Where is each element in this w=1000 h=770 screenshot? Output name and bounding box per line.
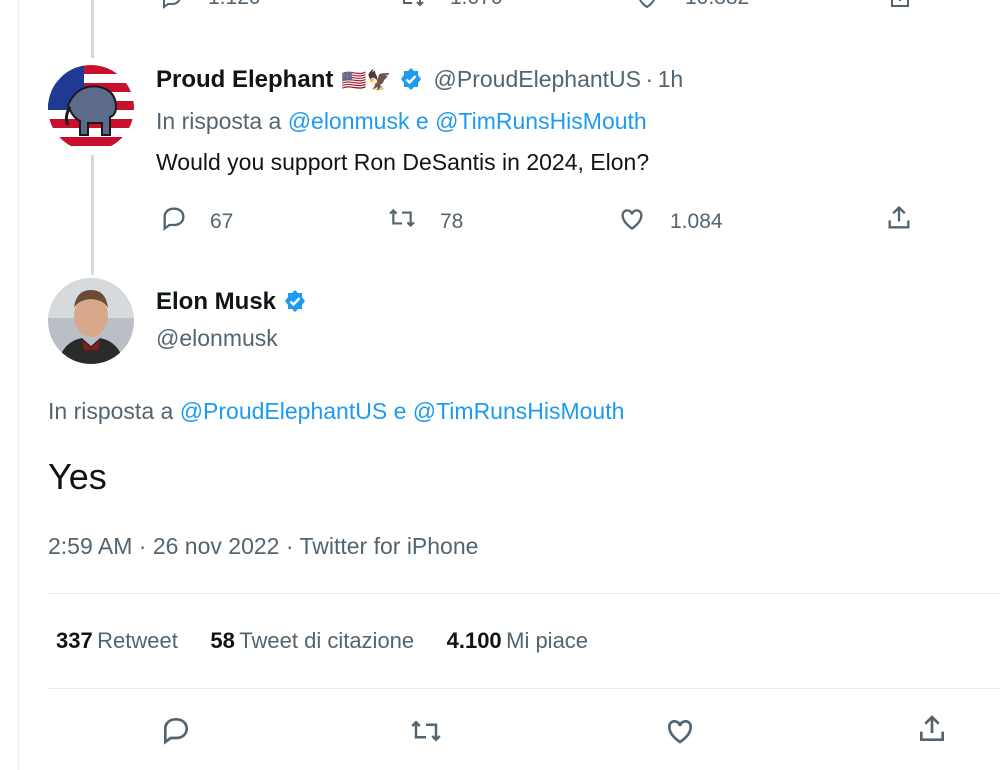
reply-in-reply-line: In risposta a @elonmusk e @TimRunsHisMou… (156, 108, 647, 135)
like-button-icon[interactable] (663, 714, 697, 751)
main-display-name[interactable]: Elon Musk (156, 288, 276, 315)
reply-reply-count: 67 (210, 210, 234, 233)
share-button-icon[interactable] (916, 713, 948, 750)
main-handle[interactable]: @elonmusk (156, 325, 278, 352)
quote-stat[interactable]: 58 Tweet di citazione (210, 628, 418, 653)
mention-timrunshismouth[interactable]: @TimRunsHisMouth (435, 108, 647, 134)
like-stat-count: 4.100 (446, 628, 502, 653)
thread-line-middle (91, 155, 94, 275)
like-stat-label: Mi piace (506, 628, 589, 653)
thread-line-top (91, 0, 94, 58)
reply-time[interactable]: 1h (658, 66, 684, 92)
reply-button-icon[interactable] (160, 714, 192, 751)
tweet-stats-row: 337 Retweet 58 Tweet di citazione 4.100 … (56, 628, 588, 654)
divider-top (48, 593, 1000, 594)
proud-elephant-avatar[interactable] (48, 65, 134, 151)
flag-emoji-icon: 🇺🇸🦅 (341, 70, 392, 92)
like-icon[interactable] (617, 204, 647, 237)
mention-elonmusk[interactable]: @elonmusk (288, 108, 410, 134)
reply-retweet-count: 78 (440, 210, 464, 233)
reply-icon[interactable] (160, 204, 188, 237)
main-in-reply-line: In risposta a @ProudElephantUS e @TimRun… (48, 398, 624, 425)
elon-musk-avatar[interactable] (48, 278, 134, 364)
reply-display-name[interactable]: Proud Elephant (156, 66, 333, 93)
reply-tweet-text: Would you support Ron DeSantis in 2024, … (156, 149, 650, 175)
mention-proudelephantus[interactable]: @ProudElephantUS (180, 398, 387, 424)
share-icon[interactable] (888, 0, 912, 15)
mention-timrunshismouth[interactable]: @TimRunsHisMouth (413, 398, 625, 424)
like-stat[interactable]: 4.100 Mi piace (447, 628, 588, 653)
reply-count: 1.120 (208, 0, 261, 10)
verified-badge-icon (283, 289, 307, 318)
previous-tweet-actions: 1.120 1.070 10.882 (160, 0, 920, 16)
retweet-icon[interactable] (385, 205, 419, 236)
reply-tweet-header: Proud Elephant 🇺🇸🦅 @ProudElephantUS · 1h (156, 66, 683, 98)
reply-handle[interactable]: @ProudElephantUS (434, 66, 641, 92)
quote-stat-label: Tweet di citazione (239, 628, 415, 653)
separator: · (645, 66, 654, 92)
main-tweet-timestamp[interactable]: 2:59 AM · 26 nov 2022 · Twitter for iPho… (48, 533, 478, 560)
like-icon[interactable] (635, 0, 659, 15)
retweet-count: 1.070 (450, 0, 503, 10)
main-tweet-text: Yes (48, 456, 107, 497)
in-reply-prefix: In risposta a (48, 398, 174, 424)
divider-bottom (48, 688, 1000, 689)
conjunction: e (415, 108, 429, 134)
reply-like-count: 1.084 (670, 210, 723, 233)
retweet-stat-count: 337 (56, 628, 93, 653)
main-tweet-header: Elon Musk (156, 288, 307, 318)
conjunction: e (393, 398, 407, 424)
reply-icon[interactable] (160, 0, 184, 15)
like-count: 10.882 (685, 0, 749, 10)
verified-badge-icon (399, 67, 423, 96)
retweet-button-icon[interactable] (407, 716, 445, 751)
retweet-stat[interactable]: 337 Retweet (56, 628, 182, 653)
share-icon[interactable] (885, 204, 913, 237)
quote-stat-count: 58 (210, 628, 235, 653)
retweet-icon[interactable] (398, 0, 426, 15)
retweet-stat-label: Retweet (97, 628, 178, 653)
in-reply-prefix: In risposta a (156, 108, 282, 134)
